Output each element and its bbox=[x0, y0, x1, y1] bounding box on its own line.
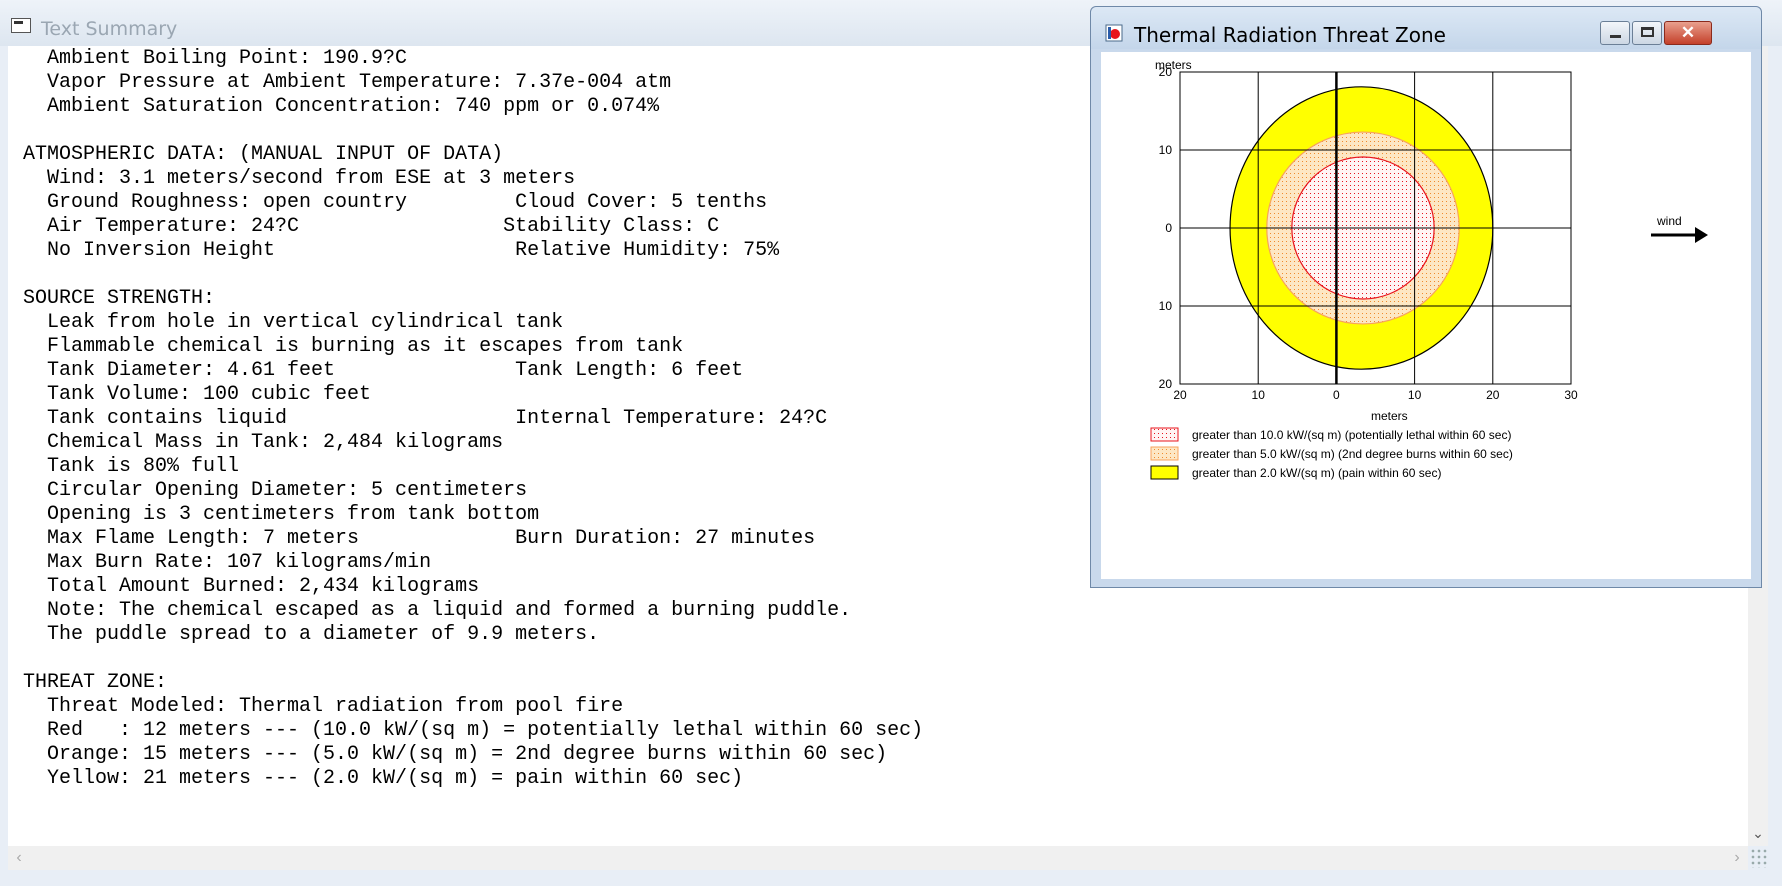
summary-line: Wind: 3.1 meters/second from ESE at 3 me… bbox=[23, 167, 576, 190]
plot-legend: greater than 10.0 kW/(sq m) (potentially… bbox=[1150, 427, 1513, 480]
legend-label: greater than 10.0 kW/(sq m) (potentially… bbox=[1192, 428, 1511, 442]
x-tick-label: 10 bbox=[1408, 388, 1422, 402]
summary-line bbox=[23, 263, 923, 287]
maximize-button[interactable] bbox=[1632, 21, 1662, 45]
summary-line: Air Temperature: 24?C Stability Class: C bbox=[23, 215, 720, 238]
y-tick-label: 10 bbox=[1159, 143, 1173, 157]
summary-line: Note: The chemical escaped as a liquid a… bbox=[23, 599, 852, 622]
main-window-title: Text Summary bbox=[41, 18, 178, 40]
summary-line: Tank is 80% full bbox=[23, 455, 240, 478]
summary-line: Circular Opening Diameter: 5 centimeters bbox=[23, 479, 528, 502]
close-icon: ✕ bbox=[1680, 23, 1696, 42]
summary-line: Leak from hole in vertical cylindrical t… bbox=[23, 311, 564, 334]
scroll-down-arrow-icon[interactable]: ⌄ bbox=[1748, 822, 1768, 844]
threat-window-title: Thermal Radiation Threat Zone bbox=[1134, 23, 1446, 47]
summary-line: Tank Diameter: 4.61 feet Tank Length: 6 … bbox=[23, 359, 744, 382]
legend-label: greater than 5.0 kW/(sq m) (2nd degree b… bbox=[1192, 447, 1513, 461]
summary-line: Yellow: 21 meters --- (2.0 kW/(sq m) = p… bbox=[23, 767, 744, 790]
y-tick-label: 20 bbox=[1159, 377, 1173, 391]
summary-line: Orange: 15 meters --- (5.0 kW/(sq m) = 2… bbox=[23, 743, 888, 766]
minimize-icon bbox=[1610, 35, 1621, 38]
summary-line: Max Flame Length: 7 meters Burn Duration… bbox=[23, 527, 816, 550]
summary-line: The puddle spread to a diameter of 9.9 m… bbox=[23, 623, 600, 646]
x-tick-label: 20 bbox=[1173, 388, 1187, 402]
y-axis-unit-label: meters bbox=[1155, 58, 1192, 72]
legend-swatch bbox=[1150, 427, 1179, 442]
x-tick-label: 0 bbox=[1333, 388, 1340, 402]
scroll-left-arrow-icon[interactable]: ‹ bbox=[8, 846, 30, 870]
scroll-right-arrow-icon[interactable]: › bbox=[1726, 846, 1748, 870]
horizontal-scrollbar[interactable]: ‹ › bbox=[8, 846, 1748, 870]
summary-line: Max Burn Rate: 107 kilograms/min bbox=[23, 551, 432, 574]
maximize-icon bbox=[1641, 27, 1654, 37]
summary-line: SOURCE STRENGTH: bbox=[23, 287, 216, 310]
threat-plot-area: 20 10 0 10 20 30 20 10 0 10 20 meters meters wind … bbox=[1101, 52, 1751, 579]
summary-line: No Inversion Height Relative Humidity: 7… bbox=[23, 239, 780, 262]
resize-grip-icon[interactable] bbox=[1750, 848, 1768, 868]
summary-line: Opening is 3 centimeters from tank botto… bbox=[23, 503, 540, 526]
wind-label: wind bbox=[1656, 214, 1682, 228]
minimize-button[interactable] bbox=[1600, 21, 1630, 45]
summary-line: Tank contains liquid Internal Temperatur… bbox=[23, 407, 828, 430]
summary-line: Total Amount Burned: 2,434 kilograms bbox=[23, 575, 480, 598]
summary-line: Chemical Mass in Tank: 2,484 kilograms bbox=[23, 431, 504, 454]
summary-line: Tank Volume: 100 cubic feet bbox=[23, 383, 372, 406]
y-tick-label: 10 bbox=[1159, 299, 1173, 313]
threat-zone-plot: 20 10 0 10 20 30201001020 meters meters wind … bbox=[1150, 58, 1708, 480]
summary-line: Threat Modeled: Thermal radiation from p… bbox=[23, 695, 624, 718]
summary-line: Red : 12 meters --- (10.0 kW/(sq m) = po… bbox=[23, 719, 924, 742]
summary-line: ATMOSPHERIC DATA: (MANUAL INPUT OF DATA) bbox=[23, 143, 504, 166]
summary-line bbox=[23, 119, 923, 143]
close-button[interactable]: ✕ bbox=[1664, 21, 1712, 45]
legend-swatch bbox=[1150, 446, 1179, 461]
summary-line: Flammable chemical is burning as it esca… bbox=[23, 335, 684, 358]
summary-line: THREAT ZONE: bbox=[23, 671, 168, 694]
y-tick-label: 0 bbox=[1165, 221, 1172, 235]
summary-line: Ambient Saturation Concentration: 740 pp… bbox=[23, 95, 660, 118]
summary-text: Ambient Boiling Point: 190.9?C Vapor Pre… bbox=[23, 47, 923, 791]
summary-line: Vapor Pressure at Ambient Temperature: 7… bbox=[23, 71, 672, 94]
threat-title-bar[interactable]: Thermal Radiation Threat Zone ✕ bbox=[1091, 7, 1761, 49]
threat-zone-window: Thermal Radiation Threat Zone ✕ 20 10 0 … bbox=[1090, 6, 1762, 588]
x-tick-label: 30 bbox=[1564, 388, 1578, 402]
x-tick-label: 10 bbox=[1252, 388, 1266, 402]
wind-indicator: wind bbox=[1651, 214, 1708, 243]
legend-swatch bbox=[1150, 465, 1179, 480]
summary-line: Ambient Boiling Point: 190.9?C bbox=[23, 47, 408, 70]
summary-line bbox=[23, 647, 923, 671]
x-axis-unit-label: meters bbox=[1371, 409, 1408, 423]
summary-line: Ground Roughness: open country Cloud Cov… bbox=[23, 191, 768, 214]
app-window-icon[interactable] bbox=[11, 18, 31, 33]
wind-arrow-icon bbox=[1695, 227, 1708, 243]
legend-label: greater than 2.0 kW/(sq m) (pain within … bbox=[1192, 466, 1441, 480]
x-tick-label: 20 bbox=[1486, 388, 1500, 402]
threat-app-icon[interactable] bbox=[1105, 24, 1123, 42]
